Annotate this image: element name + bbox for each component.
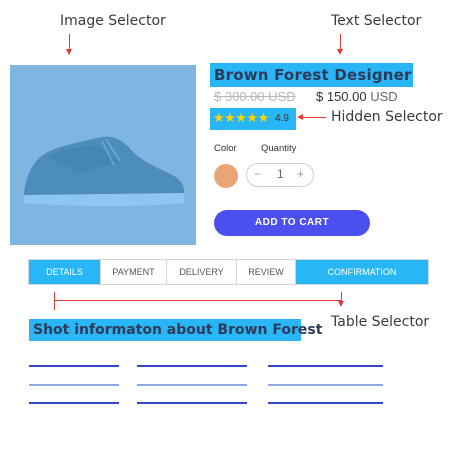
new-price: $ 150.00 USD <box>316 89 398 104</box>
table-selector-label: Table Selector <box>331 314 430 330</box>
table-line <box>268 384 383 386</box>
table-selector-arrow <box>338 292 344 307</box>
plus-icon[interactable]: + <box>297 167 304 181</box>
table-line <box>29 365 119 367</box>
table-line <box>137 365 247 367</box>
quantity-label: Quantity <box>261 143 297 154</box>
image-selector-arrow <box>66 34 72 55</box>
tab-delivery[interactable]: DELIVERY <box>167 260 237 284</box>
table-line <box>268 365 383 367</box>
tab-details[interactable]: DETAILS <box>29 260 101 284</box>
text-selector-arrow <box>337 34 343 55</box>
table-line <box>137 402 247 404</box>
color-label: Color <box>214 143 237 154</box>
tab-bar: DETAILS PAYMENT DELIVERY REVIEW CONFIRMA… <box>28 259 429 285</box>
image-selector-label: Image Selector <box>60 13 166 29</box>
text-selector-label: Text Selector <box>331 13 422 29</box>
table-line <box>29 384 119 386</box>
short-info-text: Shot informaton about Brown Forest <box>33 322 323 338</box>
rating-value: 4.9 <box>275 113 289 124</box>
quantity-value: 1 <box>277 167 284 181</box>
table-selector-bracket <box>55 300 342 301</box>
tab-review[interactable]: REVIEW <box>237 260 296 284</box>
table-line <box>29 402 119 404</box>
table-line <box>137 384 247 386</box>
quantity-stepper[interactable]: − 1 + <box>246 163 314 187</box>
old-price: $ 300.00 USD <box>214 89 296 104</box>
tab-payment[interactable]: PAYMENT <box>101 260 167 284</box>
hidden-selector-label: Hidden Selector <box>331 109 443 125</box>
star-rating-icon: ★★★★★ <box>213 110 269 125</box>
product-title: Brown Forest Designer <box>214 66 412 84</box>
table-line <box>268 402 383 404</box>
minus-icon[interactable]: − <box>254 167 261 181</box>
tab-confirmation[interactable]: CONFIRMATION <box>296 260 428 284</box>
table-selector-bracket-left <box>54 292 55 310</box>
hidden-selector-arrow <box>297 114 326 120</box>
add-to-cart-button[interactable]: ADD TO CART <box>214 210 370 236</box>
image-selector-highlight <box>10 65 196 245</box>
color-swatch[interactable] <box>214 164 238 188</box>
